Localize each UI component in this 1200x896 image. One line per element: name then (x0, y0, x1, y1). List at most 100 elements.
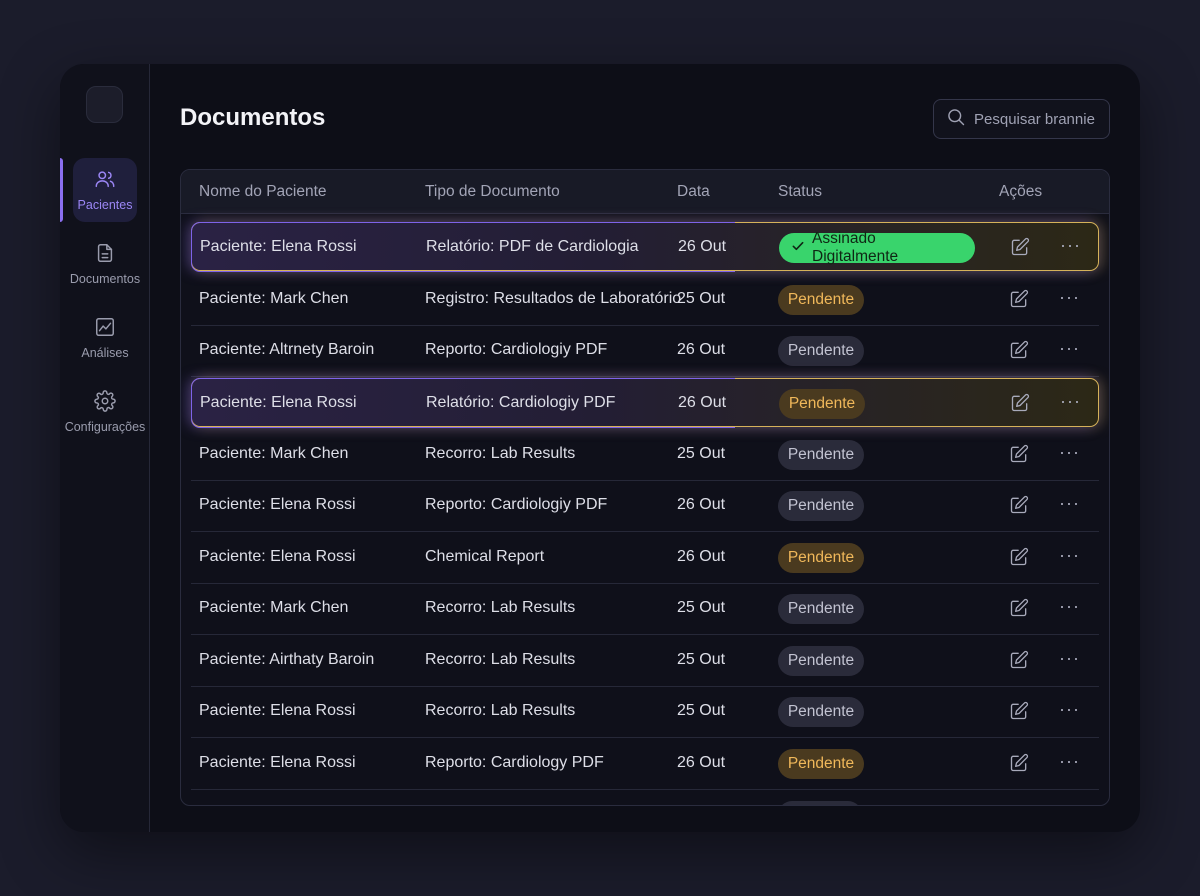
document-type: Relatório: PDF de Cardiologia (426, 238, 639, 255)
more-options-icon[interactable]: ··· (1059, 751, 1080, 772)
app-window: Pacientes Documentos Análises Configuraç… (60, 64, 1140, 832)
document-date: 25 Out (677, 599, 726, 616)
status-badge: Assinado Digitalmente (779, 230, 975, 265)
status-badge: Pendente (778, 697, 864, 727)
table-row[interactable]: Paciente: Airthaty Baroin Recorro: Lab Re… (191, 636, 1099, 687)
column-header-status[interactable]: Status (778, 183, 822, 201)
search-input[interactable]: Pesquisar brannie (933, 99, 1110, 139)
more-options-icon[interactable]: ··· (1059, 699, 1080, 720)
edit-icon[interactable] (1009, 340, 1031, 362)
status-label: Pendente (788, 395, 856, 412)
document-date: 26 Out (677, 548, 726, 565)
status-label: Pendente (787, 291, 855, 308)
document-date: 26 Out (677, 496, 726, 513)
sidebar-item-label: Documentos (69, 272, 141, 286)
search-icon (946, 107, 974, 131)
edit-icon[interactable] (1009, 495, 1031, 517)
document-date: 26 Out (677, 754, 726, 771)
patient-name: Paciente: Mark Chen (199, 445, 349, 462)
edit-icon[interactable] (1009, 547, 1031, 569)
documents-table: Nome do Paciente Tipo de Documento Data … (180, 169, 1110, 806)
column-header-date[interactable]: Data (677, 183, 710, 201)
edit-icon[interactable] (1009, 598, 1031, 620)
edit-icon[interactable] (1009, 650, 1031, 672)
document-date: 25 Out (677, 651, 726, 668)
more-options-icon[interactable]: ··· (1059, 442, 1080, 463)
table-row[interactable]: Paciente: Elena Rossi Relatório: PDF de C… (190, 221, 1099, 272)
status-badge: Pendente (778, 749, 864, 779)
patient-name: Paciente: Altrnety Baroin (199, 341, 375, 358)
sidebar-item-label: Análises (81, 346, 129, 360)
more-options-icon[interactable]: ··· (1059, 493, 1080, 514)
chart-icon (94, 316, 116, 346)
gear-icon (94, 390, 116, 420)
edit-icon[interactable] (1009, 444, 1031, 466)
more-options-icon[interactable]: ··· (1060, 235, 1081, 256)
status-label: Pendente (787, 342, 855, 359)
status-label: Pendente (787, 703, 855, 720)
table-row[interactable]: Paciente: Elena Rossi Relatório: Cardiolo… (190, 377, 1099, 428)
patient-name: Paciente: Elena Rossi (199, 496, 356, 513)
status-badge (778, 801, 862, 805)
patient-name: Paciente: Elena Rossi (199, 548, 356, 565)
patient-name: Paciente: Mark Chen (199, 599, 349, 616)
document-type: Chemical Report (425, 548, 545, 565)
document-type: Reporto: Cardiologiy PDF (425, 496, 608, 513)
edit-icon[interactable] (1010, 393, 1032, 415)
sidebar-item-configuracoes[interactable]: Configurações (60, 380, 150, 444)
sidebar: Pacientes Documentos Análises Configuraç… (60, 64, 150, 832)
edit-icon[interactable] (1009, 289, 1031, 311)
document-date: 25 Out (677, 290, 726, 307)
status-label: Pendente (787, 652, 855, 669)
column-header-patient[interactable]: Nome do Paciente (199, 183, 327, 201)
more-options-icon[interactable]: ··· (1059, 338, 1080, 359)
status-badge: Pendente (778, 440, 864, 470)
file-icon (94, 242, 116, 272)
table-row[interactable]: Paciente: Elena Rossi Reporto: Cardiologi… (191, 481, 1099, 532)
patient-name: Paciente: Mark Chen (199, 290, 349, 307)
status-badge: Pendente (778, 491, 864, 521)
document-type: Registro: Resultados de Laboratório (425, 290, 682, 307)
edit-icon[interactable] (1009, 753, 1031, 775)
status-label: Pendente (787, 446, 855, 463)
status-label: Pendente (787, 755, 855, 772)
document-type: Reporto: Cardiology PDF (425, 754, 604, 771)
edit-icon[interactable] (1009, 701, 1031, 723)
table-row[interactable]: Paciente: Elena Rossi Chemical Report 26 O… (191, 533, 1099, 584)
check-icon (790, 238, 812, 259)
patient-name: Paciente: Elena Rossi (199, 754, 356, 771)
app-logo[interactable] (86, 86, 123, 123)
sidebar-item-pacientes[interactable]: Pacientes (60, 158, 137, 222)
page-title: Documentos (180, 104, 326, 131)
more-options-icon[interactable]: ··· (1059, 287, 1080, 308)
table-row[interactable]: Paciente: Elena Rossi Recorro: Lab Result… (191, 687, 1099, 738)
document-type: Recorro: Lab Results (425, 702, 576, 719)
status-badge: Pendente (778, 543, 864, 573)
document-type: Recorro: Lab Results (425, 651, 576, 668)
status-badge: Pendente (778, 594, 864, 624)
more-options-icon[interactable]: ··· (1060, 391, 1081, 412)
table-row[interactable]: Paciente: Altrnety Baroin Reporto: Cardio… (191, 326, 1099, 377)
sidebar-item-analises[interactable]: Análises (60, 306, 150, 370)
more-options-icon[interactable]: ··· (1059, 648, 1080, 669)
sidebar-item-label: Pacientes (77, 198, 133, 212)
table-row[interactable]: Paciente: Mark Chen Recorro: Lab Results 2… (191, 584, 1099, 635)
more-options-icon[interactable]: ··· (1059, 545, 1080, 566)
patient-name: Paciente: Elena Rossi (200, 238, 357, 255)
column-header-doc-type[interactable]: Tipo de Documento (425, 183, 560, 201)
table-row[interactable]: Paciente: Elena Rossi Reporto: Cardiology… (191, 739, 1099, 790)
document-type: Recorro: Lab Results (425, 599, 576, 616)
edit-icon[interactable] (1010, 237, 1032, 259)
status-label: Assinado Digitalmente (812, 230, 899, 265)
more-options-icon[interactable]: ··· (1059, 596, 1080, 617)
sidebar-item-documentos[interactable]: Documentos (60, 232, 150, 296)
status-label: Pendente (787, 549, 855, 566)
users-icon (94, 168, 116, 198)
status-label: Pendente (787, 600, 855, 617)
document-date: 26 Out (678, 238, 727, 255)
status-badge: Pendente (778, 646, 864, 676)
table-row[interactable]: Paciente: Mark Chen Recorro: Lab Results 2… (191, 430, 1099, 481)
status-label: Pendente (787, 497, 855, 514)
table-row[interactable]: Paciente: Mark Chen Registro: Resultados … (191, 275, 1099, 326)
status-badge: Pendente (778, 285, 864, 315)
